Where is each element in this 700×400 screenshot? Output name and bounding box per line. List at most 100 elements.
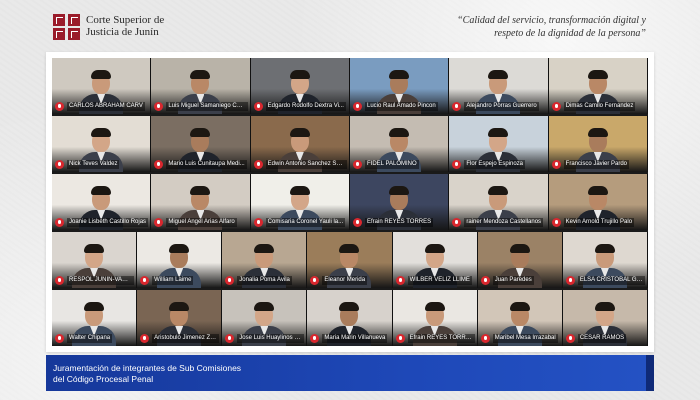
participant-name: Miguel Angel Arias Alfaro	[166, 218, 237, 227]
mic-muted-icon[interactable]	[551, 218, 561, 227]
participant-tile[interactable]: ELSA CRISTOBAL GUE	[562, 232, 648, 288]
video-conference-frame: CARLOS ABRAHAM CARV Luis Miguel Samaniego…	[46, 52, 654, 352]
participant-tile[interactable]: Edgardo Rodolfo Dextra Vi...	[250, 58, 350, 114]
participant-name: Edgardo Rodolfo Dextra Vi...	[265, 102, 346, 111]
mic-muted-icon[interactable]	[480, 276, 490, 285]
participant-tile[interactable]: Flor Espejo Espinoza	[449, 116, 549, 172]
mic-muted-icon[interactable]	[55, 160, 64, 169]
participant-name: Francisco Javier Pardo	[563, 160, 630, 169]
mic-muted-icon[interactable]	[452, 160, 462, 169]
mic-muted-icon[interactable]	[225, 334, 235, 343]
participant-tile[interactable]: CARLOS ABRAHAM CARV	[52, 58, 152, 114]
court-logo-icon	[53, 14, 81, 40]
participant-name: FIDEL PALOMINO	[365, 160, 419, 169]
participant-name-tag: CESAR RAMOS	[565, 333, 645, 344]
participant-name: Nick Teves Valdez	[67, 160, 120, 169]
mic-muted-icon[interactable]	[452, 102, 462, 111]
participant-tile[interactable]: Luis Miguel Samaniego Cor...	[151, 58, 251, 114]
mic-muted-icon[interactable]	[55, 334, 64, 343]
participant-tile[interactable]: FIDEL PALOMINO	[350, 116, 450, 172]
participant-tile[interactable]: Efrain REYES TORRES	[392, 290, 478, 346]
participant-tile[interactable]: Juan Paredes	[477, 232, 563, 288]
participant-tile[interactable]: WILBER VELIZ LLIME	[392, 232, 478, 288]
slogan-line2: respeto de la dignidad de la persona”	[494, 28, 646, 39]
participant-tile[interactable]: Alejandro Porras Guerrero	[449, 58, 549, 114]
mic-muted-icon[interactable]	[565, 276, 575, 285]
participant-tile[interactable]: Lucio Raul Amado Pincon	[350, 58, 450, 114]
participant-tile[interactable]: RESPOL JUNIN-VARGAS DE	[52, 232, 138, 288]
participant-name-tag: Joanie Lisbeth Castillo Rojas	[55, 217, 149, 228]
participant-name-tag: Jonalia Poma Avila	[225, 275, 304, 286]
participant-tile[interactable]: Dimas Camilo Fernandez	[548, 58, 648, 114]
participant-name: Eleanor Merida	[322, 276, 368, 285]
mic-muted-icon[interactable]	[55, 102, 64, 111]
mic-muted-icon[interactable]	[154, 102, 164, 111]
mic-muted-icon[interactable]	[310, 276, 320, 285]
mic-muted-icon[interactable]	[140, 334, 150, 343]
mic-muted-icon[interactable]	[353, 102, 362, 111]
participant-name: Alejandro Porras Guerrero	[464, 102, 539, 111]
participant-name-tag: Lucio Raul Amado Pincon	[353, 101, 446, 112]
participant-name: rainer Mendoza Castellanos	[464, 218, 544, 227]
participant-tile[interactable]: Jose Luis Huaylinos Rodrig...	[222, 290, 308, 346]
participant-name: Jose Luis Huaylinos Rodrig...	[237, 334, 305, 343]
mic-muted-icon[interactable]	[154, 160, 164, 169]
participant-tile[interactable]: Nick Teves Valdez	[52, 116, 152, 172]
participant-tile[interactable]: Mario Luis Cunitaupa Medi...	[151, 116, 251, 172]
participant-tile[interactable]: Maribel Mesa Irrazabal	[477, 290, 563, 346]
participant-name-tag: Francisco Javier Pardo	[551, 159, 645, 170]
mic-muted-icon[interactable]	[565, 334, 575, 343]
participant-name-tag: Kevin Arnold Trujillo Palo	[551, 217, 645, 228]
mic-muted-icon[interactable]	[353, 218, 362, 227]
mic-muted-icon[interactable]	[551, 102, 561, 111]
mic-muted-icon[interactable]	[551, 160, 561, 169]
mic-muted-icon[interactable]	[480, 334, 490, 343]
mic-muted-icon[interactable]	[353, 160, 362, 169]
participant-tile[interactable]: Miguel Angel Arias Alfaro	[151, 174, 251, 230]
mic-muted-icon[interactable]	[55, 218, 64, 227]
participant-tile[interactable]: Kevin Arnold Trujillo Palo	[548, 174, 648, 230]
participant-tile[interactable]: CESAR RAMOS	[562, 290, 648, 346]
participant-name: Walter Chipana	[67, 334, 113, 343]
mic-muted-icon[interactable]	[253, 218, 263, 227]
participant-name: Mario Luis Cunitaupa Medi...	[166, 160, 247, 169]
participant-name: Juan Paredes	[492, 276, 534, 285]
participant-name: Aristobulo Jimenez Zegarra	[152, 334, 220, 343]
participant-tile[interactable]: Comisaria Coronel Yauli la...	[250, 174, 350, 230]
mic-muted-icon[interactable]	[310, 334, 320, 343]
participant-name: Lucio Raul Amado Pincon	[365, 102, 438, 111]
participant-name-tag: Nick Teves Valdez	[55, 159, 148, 170]
participant-row: Walter Chipana Aristobulo Jimenez Zegarra…	[52, 290, 648, 346]
mic-muted-icon[interactable]	[395, 276, 405, 285]
mic-muted-icon[interactable]	[55, 276, 64, 285]
participant-tile[interactable]: Eleanor Merida	[307, 232, 393, 288]
mic-muted-icon[interactable]	[154, 218, 164, 227]
participant-name-tag: Edgardo Rodolfo Dextra Vi...	[253, 101, 347, 112]
mic-muted-icon[interactable]	[140, 276, 150, 285]
mic-muted-icon[interactable]	[395, 334, 405, 343]
participant-name: Luis Miguel Samaniego Cor...	[166, 102, 248, 111]
participant-name: CESAR RAMOS	[577, 334, 627, 343]
participant-row: Nick Teves Valdez Mario Luis Cunitaupa Me…	[52, 116, 648, 172]
participant-tile[interactable]: Edwin Antonio Sanchez Sal...	[250, 116, 350, 172]
mic-muted-icon[interactable]	[253, 160, 263, 169]
participant-tile[interactable]: William Laime	[137, 232, 223, 288]
mic-muted-icon[interactable]	[452, 218, 462, 227]
mic-muted-icon[interactable]	[225, 276, 235, 285]
caption-line1: Juramentación de integrantes de Sub Comi…	[53, 363, 242, 373]
participant-row: CARLOS ABRAHAM CARV Luis Miguel Samaniego…	[52, 58, 648, 114]
participant-tile[interactable]: Walter Chipana	[52, 290, 138, 346]
participant-tile[interactable]: Jonalia Poma Avila	[222, 232, 308, 288]
participant-name: Joanie Lisbeth Castillo Rojas	[67, 218, 149, 227]
participant-name-tag: William Laime	[140, 275, 219, 286]
participant-tile[interactable]: Francisco Javier Pardo	[548, 116, 648, 172]
participant-tile[interactable]: Efrain REYES TORRES	[350, 174, 450, 230]
participant-tile[interactable]: Maria Marin Villanueva	[307, 290, 393, 346]
participant-name: Comisaria Coronel Yauli la...	[265, 218, 346, 227]
participant-name: Edwin Antonio Sanchez Sal...	[265, 160, 347, 169]
participant-tile[interactable]: Joanie Lisbeth Castillo Rojas	[52, 174, 152, 230]
participant-tile[interactable]: rainer Mendoza Castellanos	[449, 174, 549, 230]
mic-muted-icon[interactable]	[253, 102, 263, 111]
participant-grid: CARLOS ABRAHAM CARV Luis Miguel Samaniego…	[52, 58, 648, 346]
participant-tile[interactable]: Aristobulo Jimenez Zegarra	[137, 290, 223, 346]
